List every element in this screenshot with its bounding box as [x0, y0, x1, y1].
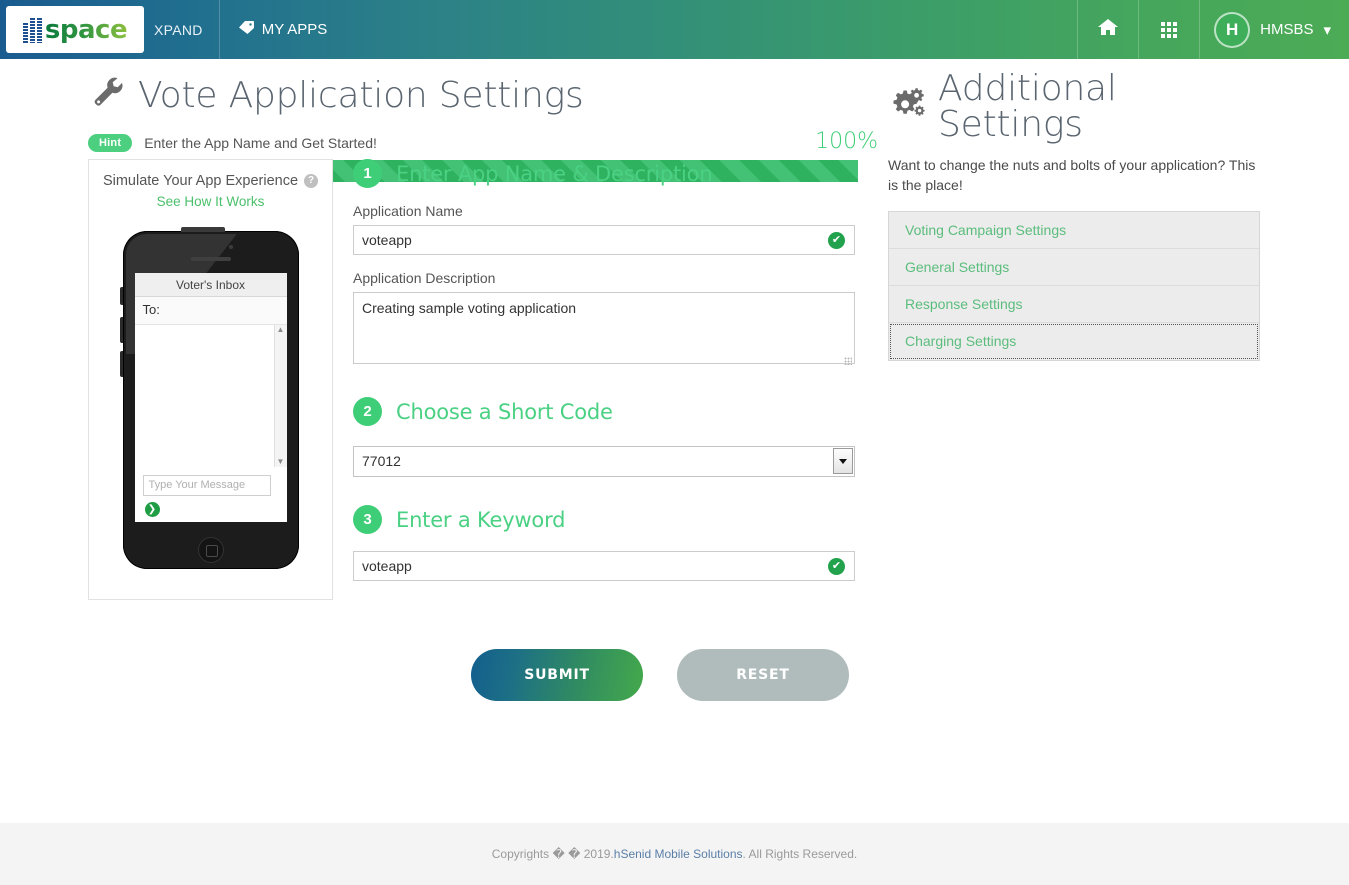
step-3-header: 3 Enter a Keyword [353, 505, 873, 534]
step-1-label: Enter App Name & Description [396, 161, 713, 186]
scroll-down-icon[interactable]: ▼ [277, 457, 285, 467]
logo-m-mark [22, 17, 44, 43]
gears-icon [888, 83, 928, 132]
inbox-title: Voter's Inbox [134, 273, 287, 297]
application-name-field-wrap: ✔ [353, 225, 855, 255]
step-2-label: Choose a Short Code [396, 399, 613, 424]
footer-company-link[interactable]: hSenid Mobile Solutions [614, 847, 743, 861]
user-menu[interactable]: H HMSBS ▾ [1200, 0, 1349, 59]
additional-settings-title-text: Additional Settings [938, 68, 1117, 145]
inbox-to-field[interactable]: To: [134, 297, 287, 325]
chevron-down-icon: ▾ [1323, 21, 1331, 39]
footer: Copyrights � � 2019. hSenid Mobile Solut… [0, 823, 1349, 885]
question-mark-icon[interactable]: ? [304, 174, 319, 188]
see-how-it-works-link[interactable]: See How It Works [89, 194, 332, 209]
short-code-select[interactable]: 77012 [353, 446, 855, 477]
settings-item-response[interactable]: Response Settings [889, 286, 1259, 323]
home-button[interactable] [1078, 0, 1138, 59]
check-circle-icon: ✔ [828, 232, 845, 249]
username-label: HMSBS [1260, 21, 1314, 38]
hint-badge: Hint [88, 134, 133, 152]
logo-wordmark: space [44, 14, 128, 45]
phone-home-button [197, 537, 224, 563]
step-1-number: 1 [353, 159, 382, 188]
page-title: Vote Application Settings [88, 59, 878, 120]
inbox-message-area: ▲ ▼ [134, 325, 287, 467]
footer-copyright-suffix: . All Rights Reserved. [742, 847, 858, 861]
tag-icon [238, 20, 255, 39]
phone-volume-up [119, 317, 123, 343]
additional-settings-description: Want to change the nuts and bolts of you… [888, 157, 1256, 193]
phone-speaker [190, 257, 231, 261]
mspace-logo[interactable]: space [6, 6, 144, 53]
grid-icon [1161, 21, 1178, 38]
settings-item-general[interactable]: General Settings [889, 249, 1259, 286]
nav-item-my-apps[interactable]: MY APPS [220, 0, 346, 59]
check-circle-icon: ✔ [828, 558, 845, 575]
chevron-down-icon[interactable] [833, 448, 853, 474]
submit-button[interactable]: SUBMIT [471, 649, 643, 701]
message-input[interactable]: Type Your Message [142, 475, 271, 496]
phone-volume-down [119, 351, 123, 377]
settings-form: 1 Enter App Name & Description Applicati… [353, 159, 873, 701]
page-title-text: Vote Application Settings [138, 74, 584, 116]
apps-grid-button[interactable] [1139, 0, 1199, 59]
step-2-number: 2 [353, 397, 382, 426]
simulator-panel: Simulate Your App Experience ? See How I… [88, 159, 333, 600]
top-navigation-bar: space XPAND MY APPS H HMSBS ▾ [0, 0, 1349, 59]
simulator-title-text: Simulate Your App Experience [102, 173, 299, 189]
simulator-title: Simulate Your App Experience ? [102, 173, 319, 189]
message-compose-row: Type Your Message ❯ [135, 467, 287, 517]
footer-copyright-prefix: Copyrights � � 2019. [491, 847, 614, 861]
additional-settings-title: Additional Settings [888, 59, 1260, 143]
home-icon [1097, 17, 1119, 42]
scroll-up-icon[interactable]: ▲ [277, 325, 285, 335]
hint-row: Hint Enter the App Name and Get Started!… [88, 129, 878, 154]
inbox-scrollbar[interactable]: ▲ ▼ [273, 325, 287, 467]
logo-suffix-xpand: XPAND [154, 21, 203, 38]
form-actions: SUBMIT RESET [353, 649, 873, 701]
page-body: Vote Application Settings Hint Enter the… [0, 59, 1349, 829]
wrench-icon [88, 71, 128, 120]
phone-screen: Voter's Inbox To: ▲ ▼ Type Your Message … [134, 273, 287, 522]
hint-text: Enter the App Name and Get Started! [144, 135, 377, 151]
main-column: Vote Application Settings Hint Enter the… [88, 59, 878, 701]
nav-item-my-apps-label: MY APPS [261, 21, 328, 38]
step-2-header: 2 Choose a Short Code [353, 397, 873, 426]
phone-mockup: Voter's Inbox To: ▲ ▼ Type Your Message … [119, 227, 299, 569]
step-3-number: 3 [353, 505, 382, 534]
application-description-label: Application Description [353, 270, 496, 286]
settings-item-voting-campaign[interactable]: Voting Campaign Settings [889, 212, 1259, 249]
application-description-textarea[interactable] [353, 292, 855, 364]
application-name-label: Application Name [353, 203, 463, 219]
settings-item-charging[interactable]: Charging Settings [889, 323, 1259, 360]
step-1-header: 1 Enter App Name & Description [353, 159, 873, 188]
step-3-label: Enter a Keyword [396, 507, 566, 532]
keyword-input[interactable] [353, 551, 855, 581]
application-name-input[interactable] [353, 225, 855, 255]
application-description-field-wrap [353, 292, 855, 369]
phone-camera [228, 245, 233, 249]
phone-silent-switch [119, 287, 123, 305]
additional-settings-list: Voting Campaign Settings General Setting… [888, 211, 1260, 361]
send-arrow-icon[interactable]: ❯ [144, 502, 160, 517]
additional-settings-column: Additional Settings Want to change the n… [888, 59, 1260, 361]
progress-percent-label: 100% [815, 129, 878, 154]
reset-button[interactable]: RESET [677, 649, 849, 701]
avatar: H [1214, 11, 1251, 48]
keyword-field-wrap: ✔ [353, 551, 855, 581]
short-code-select-wrap: 77012 [353, 446, 855, 477]
